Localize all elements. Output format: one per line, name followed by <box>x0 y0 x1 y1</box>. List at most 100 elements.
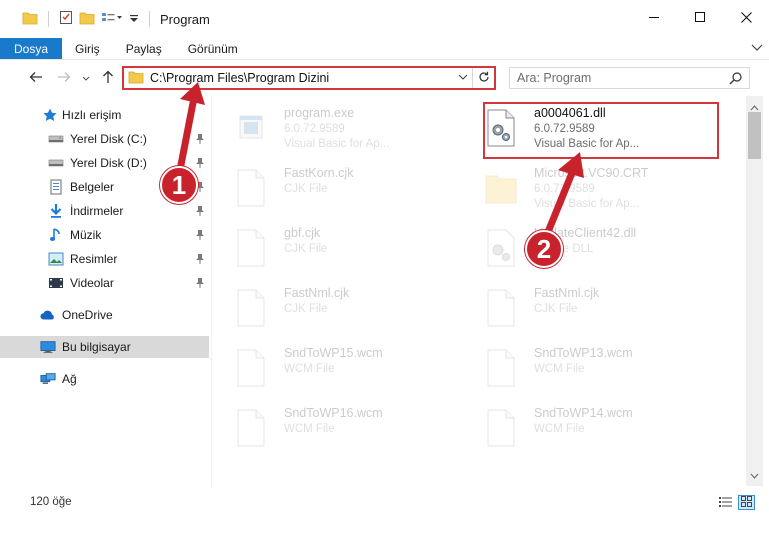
folder-icon <box>128 70 144 87</box>
maximize-button[interactable] <box>677 0 723 38</box>
pin-icon[interactable] <box>195 229 205 244</box>
vertical-scrollbar[interactable] <box>746 96 763 486</box>
blank-file-icon <box>234 348 268 388</box>
file-type: CJK File <box>284 183 328 195</box>
file-type: WCM File <box>284 423 335 435</box>
file-name: FastNml.cjk <box>284 286 350 300</box>
chevron-down-icon <box>82 71 90 85</box>
file-tile[interactable]: FastKorn.cjk CJK File <box>212 160 452 216</box>
properties-icon[interactable] <box>59 10 73 28</box>
sidebar-item-network[interactable]: Ağ <box>0 368 209 390</box>
sidebar-item-videos[interactable]: Videolar <box>0 272 209 294</box>
file-tile[interactable]: program.exe 6.0.72.9589 Visual Basic for… <box>212 100 452 156</box>
scrollbar-thumb[interactable] <box>748 112 761 159</box>
music-icon <box>48 227 64 243</box>
new-folder-icon[interactable] <box>79 11 95 28</box>
file-tile[interactable]: SndToWP16.wcm WCM File <box>212 400 452 456</box>
forward-button[interactable] <box>54 68 74 88</box>
back-button[interactable] <box>26 68 46 88</box>
scroll-down-icon[interactable] <box>750 468 759 482</box>
up-button[interactable] <box>98 68 118 88</box>
star-icon <box>42 107 58 123</box>
arrow-left-icon <box>29 71 43 86</box>
exe-icon <box>234 108 268 148</box>
minimize-button[interactable] <box>631 0 677 38</box>
refresh-button[interactable] <box>472 68 494 88</box>
minimize-icon <box>648 12 660 26</box>
tab-share[interactable]: Paylaş <box>113 38 175 59</box>
file-name: gbf.cjk <box>284 226 321 240</box>
file-name: Microsoft.VC90.CRT <box>534 166 649 180</box>
sidebar-item-pictures[interactable]: Resimler <box>0 248 209 270</box>
sidebar-item-music[interactable]: Müzik <box>0 224 209 246</box>
quick-access-toolbar <box>0 0 154 38</box>
address-bar[interactable]: C:\Program Files\Program Dizini <box>122 66 496 90</box>
file-version: 6.0.72.9589 <box>284 123 345 135</box>
blank-file-icon <box>484 288 518 328</box>
close-button[interactable] <box>723 0 769 38</box>
pin-icon[interactable] <box>195 133 205 148</box>
sidebar-item-onedrive[interactable]: OneDrive <box>0 304 209 326</box>
view-options-icon[interactable] <box>101 11 123 28</box>
pin-icon[interactable] <box>195 277 205 292</box>
file-tile[interactable]: SndToWP14.wcm WCM File <box>462 400 702 456</box>
file-description: Visual Basic for Ap... <box>284 138 390 150</box>
file-name: FastKorn.cjk <box>284 166 354 180</box>
pin-icon[interactable] <box>195 157 205 172</box>
file-tile[interactable]: SndToWP13.wcm WCM File <box>462 340 702 396</box>
file-tile[interactable]: FastNml.cjk CJK File <box>462 280 702 336</box>
pin-icon[interactable] <box>195 205 205 220</box>
sidebar-item-label: Hızlı erişim <box>62 108 122 122</box>
tiles-view-button[interactable] <box>738 495 755 510</box>
details-view-icon <box>719 496 732 510</box>
sidebar-item-quick-access[interactable]: Hızlı erişim <box>0 104 209 126</box>
dll-highlight-frame <box>483 102 719 159</box>
file-tile[interactable]: FastNml.cjk CJK File <box>212 280 452 336</box>
cloud-icon <box>40 307 56 323</box>
file-tile[interactable]: SndToWP15.wcm WCM File <box>212 340 452 396</box>
file-type: CJK File <box>284 303 328 315</box>
recent-locations-button[interactable] <box>76 68 96 88</box>
close-icon <box>740 12 752 26</box>
navigation-pane: Hızlı erişim Yerel Disk (C:) Yerel Disk … <box>0 96 211 486</box>
details-view-button[interactable] <box>717 495 734 510</box>
file-type: WCM File <box>534 423 585 435</box>
arrow-up-icon <box>102 70 114 87</box>
search-icon <box>729 71 743 88</box>
folder-icon <box>22 11 38 28</box>
pin-icon[interactable] <box>195 253 205 268</box>
file-type: WCM File <box>534 363 585 375</box>
file-type: WCM File <box>284 363 335 375</box>
address-path[interactable]: C:\Program Files\Program Dizini <box>150 71 329 85</box>
computer-icon <box>40 339 56 355</box>
tiles-view-icon <box>740 495 753 510</box>
file-name: program.exe <box>284 106 355 120</box>
sidebar-item-label: OneDrive <box>62 308 113 322</box>
tab-view[interactable]: Görünüm <box>175 38 251 59</box>
file-tile[interactable]: gbf.cjk CJK File <box>212 220 452 276</box>
search-box[interactable]: Ara: Program <box>509 67 750 89</box>
folder-icon <box>484 168 518 208</box>
network-icon <box>40 371 56 387</box>
toolbar-separator <box>48 11 49 27</box>
blank-file-icon <box>484 348 518 388</box>
file-name: FastNml.cjk <box>534 286 600 300</box>
tab-file[interactable]: Dosya <box>0 38 63 59</box>
file-description: Visual Basic for Ap... <box>534 198 640 210</box>
search-input[interactable]: Ara: Program <box>517 71 591 85</box>
customize-toolbar-icon[interactable] <box>129 12 139 27</box>
file-tile[interactable]: UpdateClient42.dll Device DLL <box>462 220 702 276</box>
tab-home[interactable]: Giriş <box>62 38 113 59</box>
ribbon-expand-icon[interactable] <box>751 41 763 55</box>
sidebar-item-disk-c[interactable]: Yerel Disk (C:) <box>0 128 209 150</box>
window-title: Program <box>160 11 210 27</box>
annotation-callout-2: 2 <box>525 230 563 268</box>
blank-file-icon <box>234 168 268 208</box>
sidebar-item-this-pc[interactable]: Bu bilgisayar <box>0 336 209 358</box>
pictures-icon <box>48 251 64 267</box>
sidebar-item-label: Resimler <box>70 252 118 266</box>
drive-icon <box>48 155 64 171</box>
chevron-down-icon[interactable] <box>458 71 468 85</box>
sidebar-item-label: Bu bilgisayar <box>62 340 131 354</box>
file-tile[interactable]: Microsoft.VC90.CRT 6.0.72.9589 Visual Ba… <box>462 160 702 216</box>
